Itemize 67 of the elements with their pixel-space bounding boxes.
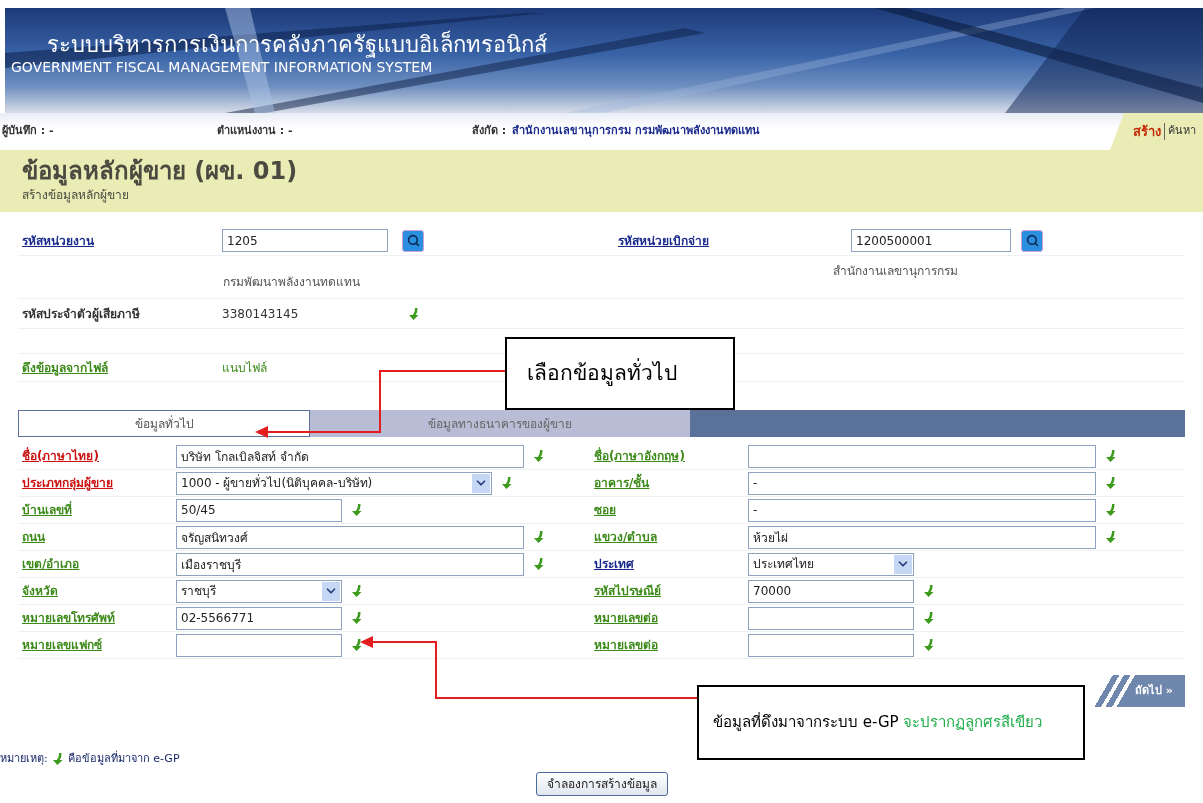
dropdown-icon xyxy=(472,473,490,493)
input-field[interactable] xyxy=(176,633,342,657)
position-text: ตำแหน่งงาน : - xyxy=(217,123,294,140)
field-label[interactable]: รหัสไปรษณีย์ xyxy=(590,582,748,600)
field-label[interactable]: อาคาร/ชั้น xyxy=(590,474,748,492)
affiliation-text: สำนักงานเลขานุการกรม กรมพัฒนาพลังงานทดแทน xyxy=(512,123,761,140)
simulate-button[interactable]: จำลองการสร้างข้อมูล xyxy=(535,771,668,796)
field-label[interactable]: หมายเลขต่อ xyxy=(590,609,748,627)
callout-text: ข้อมูลที่ดึงมาจากระบบ e-GP จะปรากฏลูกศรสีเขียว xyxy=(713,711,1043,734)
input-field[interactable]: 1200500001 xyxy=(851,229,1011,252)
field-label[interactable]: เขต/อำเภอ xyxy=(18,555,176,573)
search-button[interactable] xyxy=(402,229,424,252)
input-field[interactable]: 50/45 xyxy=(176,498,342,522)
system-subtitle: GOVERNMENT FISCAL MANAGEMENT INFORMATION SYSTEM xyxy=(11,58,434,76)
field-label[interactable]: แขวง/ตำบล xyxy=(590,528,748,546)
field-label[interactable]: รหัสหน่วยงาน xyxy=(18,231,222,250)
input-field[interactable]: จรัญสนิทวงศ์ xyxy=(176,525,524,549)
search-button[interactable] xyxy=(1021,229,1043,252)
select-field[interactable]: ราชบุรี xyxy=(176,579,342,603)
input-field[interactable] xyxy=(748,606,914,630)
page-title: ข้อมูลหลักผู้ขาย (ผข. 01) xyxy=(22,156,299,186)
input-field[interactable]: 1205 xyxy=(222,229,388,252)
field-label[interactable]: บ้านเลขที่ xyxy=(18,501,176,519)
note-label: หมายเหตุ: xyxy=(0,751,48,767)
tab[interactable]: ข้อมูลทั่วไป xyxy=(18,410,310,437)
input-field[interactable] xyxy=(748,633,914,657)
search-icon xyxy=(406,234,420,247)
callout-text: เลือกข้อมูลทั่วไป xyxy=(527,357,677,388)
next-button[interactable]: ถัดไป » xyxy=(1093,675,1185,707)
dropdown-icon xyxy=(322,581,340,601)
unit-name: กรมพัฒนาพลังงานทดแทน xyxy=(223,274,360,291)
field-label[interactable]: ถนน xyxy=(18,528,176,546)
select-field[interactable]: ประเทศไทย xyxy=(748,552,914,576)
dropdown-icon xyxy=(894,554,912,574)
field-label[interactable]: หมายเลขแฟกซ์ xyxy=(18,636,176,654)
disbursing-unit-name: สำนักงานเลขานุการกรม xyxy=(833,263,958,281)
system-title: ระบบบริหารการเงินการคลังภาครัฐแบบอิเล็กทรอนิกส์ xyxy=(47,32,547,58)
field-label: รหัสประจำตัวผู้เสียภาษี xyxy=(21,305,141,323)
input-field[interactable]: 02-5566771 xyxy=(176,606,342,630)
tax-id-value: 3380143145 xyxy=(222,305,300,323)
field-label[interactable]: หมายเลขต่อ xyxy=(590,636,748,654)
input-field[interactable]: บริษัท โกลเบิลจิสท์ จำกัด xyxy=(176,444,524,468)
field-label[interactable]: จังหวัด xyxy=(18,582,176,600)
field-label[interactable]: ซอย xyxy=(590,501,748,519)
field-label[interactable]: หมายเลขโทรศัพท์ xyxy=(18,609,176,627)
select-field[interactable]: 1000 - ผู้ขายทั่วไป(นิติบุคคล-บริษัท) xyxy=(176,471,492,495)
field-label[interactable]: ชื่อ(ภาษาไทย) xyxy=(18,447,176,465)
field-label[interactable]: รหัสหน่วยเบิกจ่าย xyxy=(618,231,851,250)
search-icon xyxy=(1025,234,1039,247)
input-field[interactable]: เมืองราชบุรี xyxy=(176,552,524,576)
input-field[interactable]: - xyxy=(748,498,1096,522)
recorder-text: ผู้บันทึก : - xyxy=(1,123,55,140)
field-label[interactable]: ประเภทกลุ่มผู้ขาย xyxy=(18,474,176,492)
field-label[interactable]: ชื่อ(ภาษาอังกฤษ) xyxy=(590,447,748,465)
input-field[interactable]: ห้วยไผ่ xyxy=(748,525,1096,549)
input-field[interactable]: - xyxy=(748,471,1096,495)
page-subtitle: สร้างข้อมูลหลักผู้ขาย xyxy=(22,187,130,204)
input-field[interactable]: 70000 xyxy=(748,579,914,603)
import-link[interactable]: ดึงข้อมูลจากไฟล์ xyxy=(18,358,222,377)
field-label[interactable]: ประเทศ xyxy=(590,555,748,573)
input-field[interactable] xyxy=(748,444,1096,468)
note-text: คือข้อมูลที่มาจาก e-GP xyxy=(67,751,180,767)
curved-arrow-icon xyxy=(51,752,64,767)
attach-file-link[interactable]: แนบไฟล์ xyxy=(222,358,267,377)
affiliation-label: สังกัด : xyxy=(472,123,507,140)
menu-link[interactable]: ค้นหา xyxy=(1164,123,1199,140)
menu-link[interactable]: สร้าง xyxy=(1130,121,1164,142)
